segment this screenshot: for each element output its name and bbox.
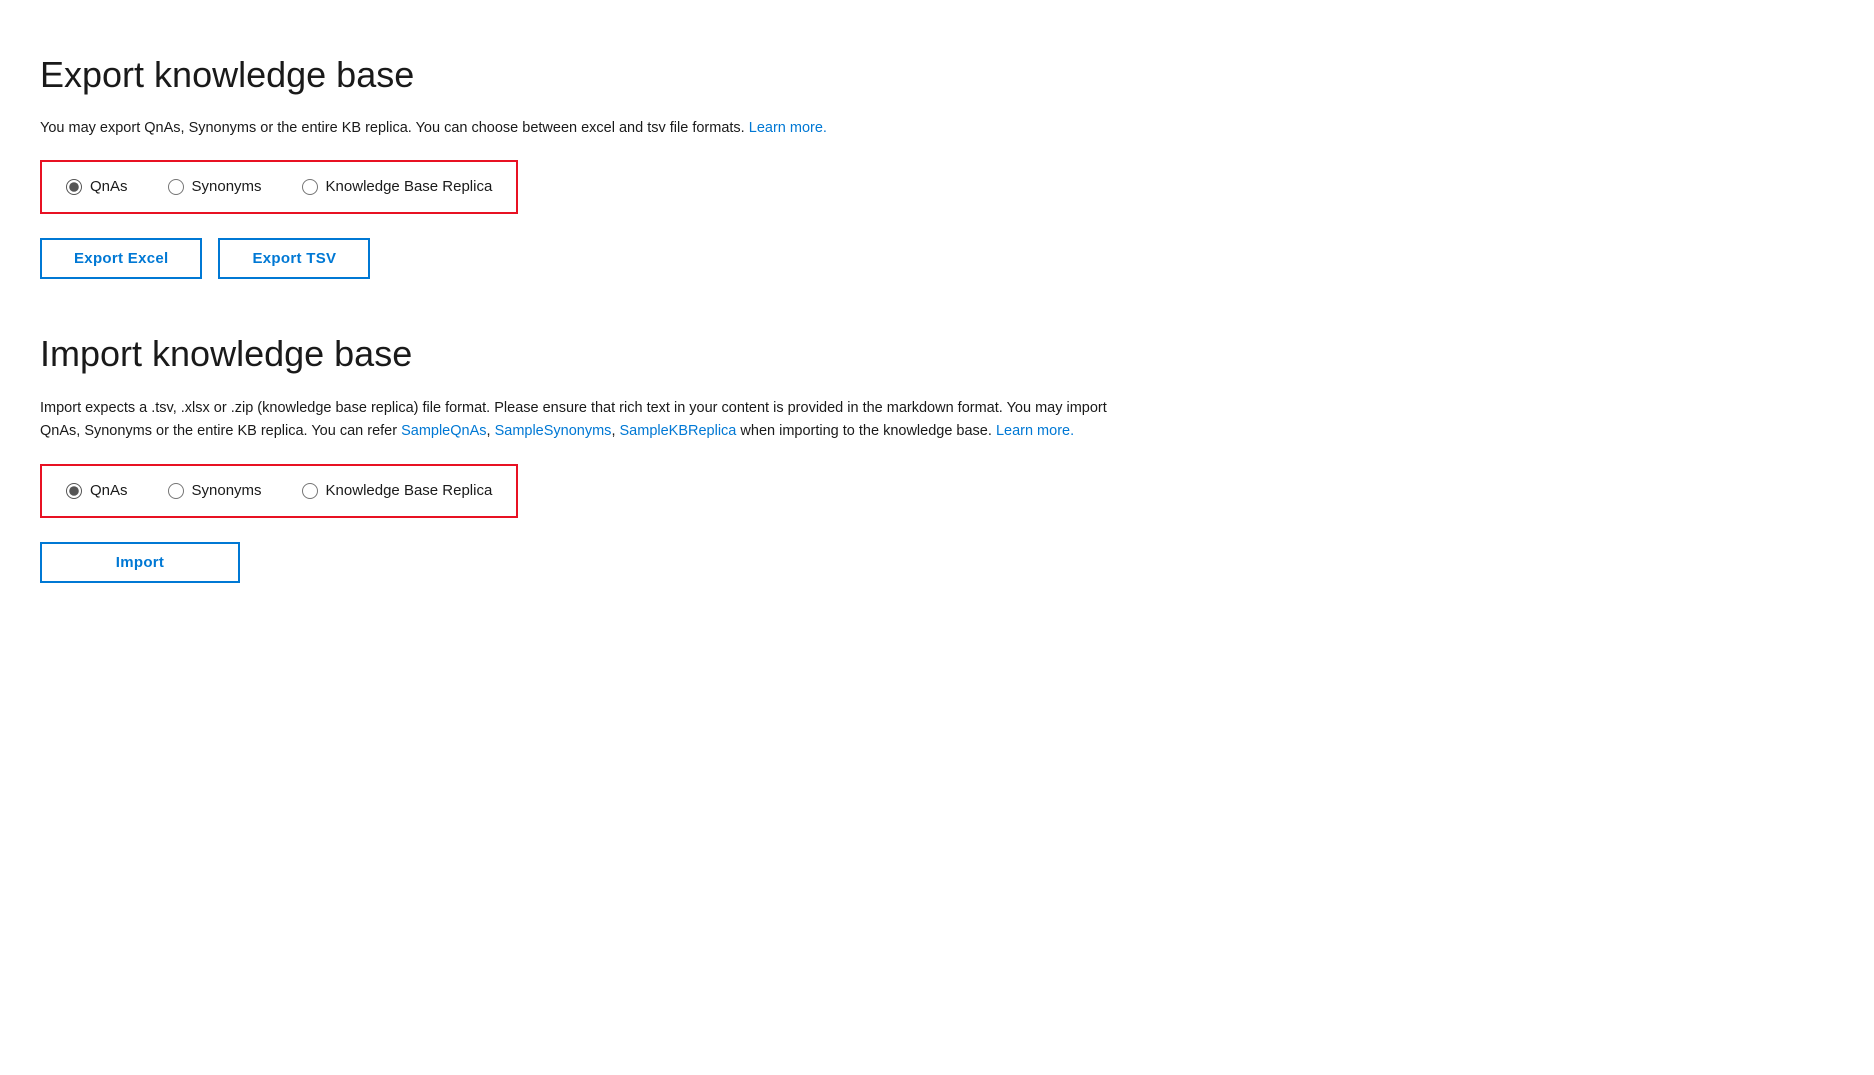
import-section: Import knowledge base Import expects a .… (40, 327, 1834, 583)
export-synonyms-label: Synonyms (192, 176, 262, 199)
import-option-qnas[interactable]: QnAs (66, 480, 128, 503)
export-radio-group: QnAs Synonyms Knowledge Base Replica (40, 160, 518, 215)
export-kbreplica-label: Knowledge Base Replica (326, 176, 493, 199)
import-button[interactable]: Import (40, 542, 240, 583)
import-option-kbreplica[interactable]: Knowledge Base Replica (302, 480, 493, 503)
export-learn-more-link[interactable]: Learn more. (749, 120, 827, 136)
export-button-group: Export Excel Export TSV (40, 238, 1834, 279)
import-qnas-label: QnAs (90, 480, 128, 503)
import-comma1: , (487, 423, 495, 439)
export-excel-button[interactable]: Export Excel (40, 238, 202, 279)
export-section: Export knowledge base You may export QnA… (40, 48, 1834, 279)
import-radio-group: QnAs Synonyms Knowledge Base Replica (40, 464, 518, 519)
import-radio-synonyms[interactable] (168, 483, 184, 499)
export-tsv-button[interactable]: Export TSV (218, 238, 370, 279)
import-synonyms-label: Synonyms (192, 480, 262, 503)
import-button-group: Import (40, 542, 1834, 583)
import-option-synonyms[interactable]: Synonyms (168, 480, 262, 503)
import-radio-kbreplica[interactable] (302, 483, 318, 499)
export-option-qnas[interactable]: QnAs (66, 176, 128, 199)
export-qnas-label: QnAs (90, 176, 128, 199)
sample-synonyms-link[interactable]: SampleSynonyms (495, 423, 612, 439)
sample-kbreplica-link[interactable]: SampleKBReplica (620, 423, 737, 439)
export-radio-kbreplica[interactable] (302, 179, 318, 195)
import-learn-more-link[interactable]: Learn more. (996, 423, 1074, 439)
import-kbreplica-label: Knowledge Base Replica (326, 480, 493, 503)
export-option-kbreplica[interactable]: Knowledge Base Replica (302, 176, 493, 199)
export-option-synonyms[interactable]: Synonyms (168, 176, 262, 199)
export-radio-qnas[interactable] (66, 179, 82, 195)
import-description: Import expects a .tsv, .xlsx or .zip (kn… (40, 397, 1140, 443)
import-comma2: , (611, 423, 619, 439)
import-radio-qnas[interactable] (66, 483, 82, 499)
import-title: Import knowledge base (40, 327, 1834, 381)
import-description-when: when importing to the knowledge base. (736, 423, 996, 439)
export-radio-synonyms[interactable] (168, 179, 184, 195)
export-description-text: You may export QnAs, Synonyms or the ent… (40, 120, 745, 136)
export-description: You may export QnAs, Synonyms or the ent… (40, 118, 1140, 140)
sample-qnas-link[interactable]: SampleQnAs (401, 423, 486, 439)
export-title: Export knowledge base (40, 48, 1834, 102)
